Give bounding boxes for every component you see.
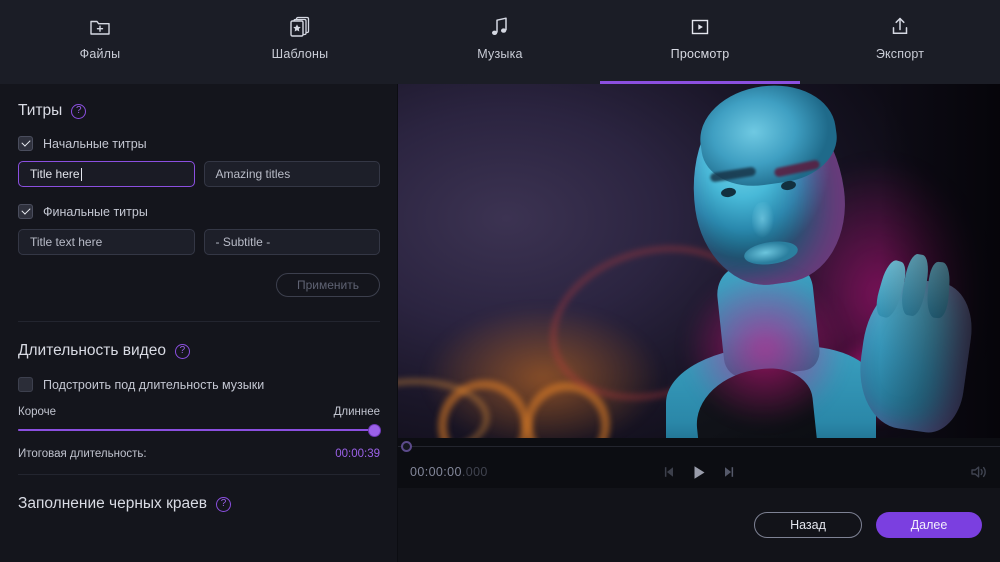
- timecode-main: 00:00:00: [410, 465, 462, 479]
- footer-bar: Назад Далее: [398, 488, 1000, 562]
- closing-titles-checkbox[interactable]: [18, 204, 33, 219]
- duration-help-icon[interactable]: ?: [174, 343, 190, 359]
- black-edges-section-heading[interactable]: Заполнение черных краев ?: [18, 495, 380, 513]
- tab-files[interactable]: Файлы: [0, 0, 200, 84]
- closing-titles-label: Финальные титры: [43, 204, 148, 219]
- seek-bar-track: [398, 446, 1000, 447]
- fit-music-label: Подстроить под длительность музыки: [43, 377, 265, 392]
- divider-after-duration: [18, 474, 380, 475]
- closing-title-value: Title text here: [30, 235, 103, 249]
- opening-title-value: Title here: [30, 167, 80, 181]
- opening-title-input[interactable]: Title here: [18, 161, 195, 187]
- apply-button[interactable]: Применить: [276, 273, 380, 297]
- duration-slider-labels: Короче Длиннее: [18, 406, 380, 418]
- play-icon[interactable]: [691, 464, 708, 481]
- total-duration-label: Итоговая длительность:: [18, 448, 147, 460]
- template-star-icon: [288, 14, 312, 40]
- app-window: Файлы Шаблоны Музыка Просмотр Экспорт Ти…: [0, 0, 1000, 562]
- preview-play-icon: [689, 14, 711, 40]
- preview-magenta-glow-2: [650, 238, 880, 438]
- duration-slider[interactable]: [18, 423, 380, 437]
- tab-templates[interactable]: Шаблоны: [200, 0, 400, 84]
- tab-preview[interactable]: Просмотр: [600, 0, 800, 84]
- preview-right-vignette: [880, 84, 1000, 438]
- titles-section-heading: Титры ?: [18, 102, 380, 120]
- seek-bar[interactable]: [398, 438, 1000, 456]
- divider-after-titles: [18, 321, 380, 322]
- video-player: 00:00:00.000: [398, 84, 1000, 488]
- titles-heading-label: Титры: [18, 102, 63, 119]
- opening-titles-fields: Title here Amazing titles: [18, 161, 380, 187]
- titles-help-icon[interactable]: ?: [71, 103, 87, 119]
- text-caret: [80, 167, 82, 181]
- slider-max-label: Длиннее: [333, 406, 380, 418]
- tab-preview-label: Просмотр: [670, 46, 730, 61]
- tab-export[interactable]: Экспорт: [800, 0, 1000, 84]
- opening-titles-checkbox[interactable]: [18, 136, 33, 151]
- slider-min-label: Короче: [18, 406, 57, 418]
- fit-music-checkbox-row[interactable]: Подстроить под длительность музыки: [18, 377, 380, 392]
- transport-controls: 00:00:00.000: [398, 456, 1000, 488]
- tab-templates-label: Шаблоны: [271, 46, 329, 61]
- black-edges-heading-label: Заполнение черных краев: [18, 495, 207, 512]
- fit-music-checkbox[interactable]: [18, 377, 33, 392]
- music-note-icon: [490, 14, 510, 40]
- opening-subtitle-input[interactable]: Amazing titles: [203, 161, 380, 187]
- total-duration-value: 00:00:39: [335, 448, 380, 460]
- closing-titles-checkbox-row[interactable]: Финальные титры: [18, 204, 380, 219]
- total-duration-row: Итоговая длительность: 00:00:39: [18, 448, 380, 460]
- volume-icon[interactable]: [969, 464, 988, 480]
- tab-export-label: Экспорт: [875, 46, 925, 61]
- opening-subtitle-value: Amazing titles: [215, 167, 291, 181]
- next-button[interactable]: Далее: [876, 512, 982, 538]
- folder-plus-icon: [89, 14, 111, 40]
- video-preview[interactable]: [398, 84, 1000, 438]
- prev-frame-icon[interactable]: [663, 465, 678, 479]
- closing-title-input[interactable]: Title text here: [18, 229, 195, 255]
- duration-heading-label: Длительность видео: [18, 342, 166, 359]
- closing-subtitle-input[interactable]: - Subtitle -: [203, 229, 380, 255]
- playback-buttons: [663, 464, 736, 481]
- settings-panel: Титры ? Начальные титры Title here Amazi…: [0, 84, 398, 562]
- back-button[interactable]: Назад: [754, 512, 862, 538]
- opening-titles-label: Начальные титры: [43, 136, 147, 151]
- export-upload-icon: [889, 14, 911, 40]
- tab-music-label: Музыка: [477, 46, 523, 61]
- next-frame-icon[interactable]: [721, 465, 736, 479]
- apply-row: Применить: [18, 273, 380, 297]
- titles-help-glyph: ?: [76, 104, 82, 116]
- closing-titles-fields: Title text here - Subtitle -: [18, 229, 380, 255]
- timecode-display: 00:00:00.000: [410, 465, 488, 479]
- black-edges-help-icon[interactable]: ?: [215, 496, 231, 512]
- duration-slider-fill: [18, 429, 380, 431]
- duration-slider-knob[interactable]: [369, 424, 380, 436]
- playhead-marker[interactable]: [401, 441, 412, 452]
- duration-section-heading: Длительность видео ?: [18, 342, 380, 360]
- opening-titles-checkbox-row[interactable]: Начальные титры: [18, 136, 380, 151]
- top-tab-bar: Файлы Шаблоны Музыка Просмотр Экспорт: [0, 0, 1000, 84]
- duration-help-glyph: ?: [179, 344, 186, 356]
- tab-files-label: Файлы: [79, 46, 121, 61]
- closing-subtitle-value: - Subtitle -: [215, 235, 271, 249]
- timecode-milliseconds: .000: [461, 465, 488, 479]
- black-edges-help-glyph: ?: [220, 497, 227, 509]
- tab-music[interactable]: Музыка: [400, 0, 600, 84]
